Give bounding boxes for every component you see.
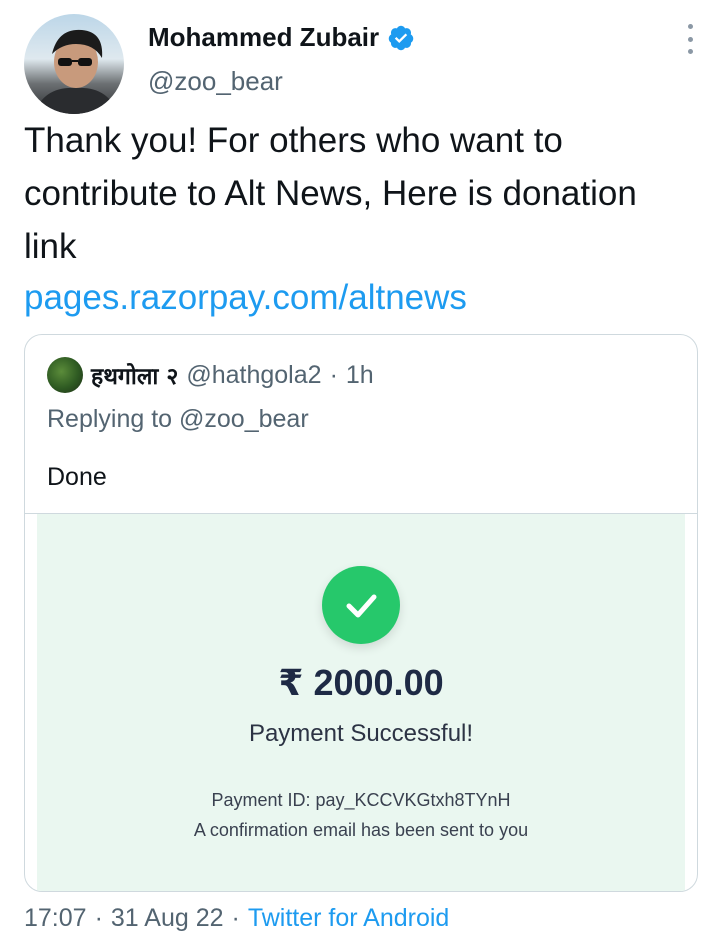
tweet-date: 31 Aug 22 [110,904,224,932]
confirmation-text: A confirmation email has been sent to yo… [193,820,529,840]
separator-dot: · [231,904,240,932]
amount-cents: 00 [403,662,444,703]
success-check-icon [322,566,400,644]
separator-dot: · [94,904,103,932]
payment-screenshot[interactable]: ₹ 2000.00 Payment Successful! Payment ID… [25,513,697,891]
tweet-time: 17:07 [24,904,87,932]
quoted-text: Done [47,463,107,491]
author-avatar[interactable] [24,14,124,114]
donation-link[interactable]: pages.razorpay.com/altnews [24,272,467,324]
author-name[interactable]: Mohammed Zubair [148,22,379,53]
more-options-icon[interactable] [684,24,696,54]
quoted-time: 1h [345,360,374,389]
payment-card: ₹ 2000.00 Payment Successful! Payment ID… [37,514,685,891]
quoted-tweet[interactable]: हथगोला २ @hathgola2 · 1h Replying to @zo… [24,334,698,892]
payment-id: Payment ID: pay_KCCVKGtxh8TYnH [211,790,511,810]
tweet-source-link[interactable]: Twitter for Android [248,904,449,933]
amount-main: 2000. [313,662,404,703]
separator-dot: · [329,360,338,389]
author-handle[interactable]: @zoo_bear [148,66,283,97]
tweet-footer: 17:07 · 31 Aug 22 · Twitter for Android [24,904,449,933]
verified-badge-icon [388,25,414,50]
tweet-header: Mohammed Zubair @zoo_bear [24,8,704,114]
quoted-author-avatar [47,357,83,393]
replying-to: Replying to @zoo_bear [47,405,309,433]
quoted-author-name: हथगोला २ [91,364,179,390]
quoted-author-handle: @hathgola2 [186,360,322,389]
currency-symbol: ₹ [278,662,304,703]
payment-status: Payment Successful! [248,720,474,747]
payment-amount: ₹ 2000.00 [37,662,685,704]
tweet-text: Thank you! For others who want to contri… [24,121,637,266]
